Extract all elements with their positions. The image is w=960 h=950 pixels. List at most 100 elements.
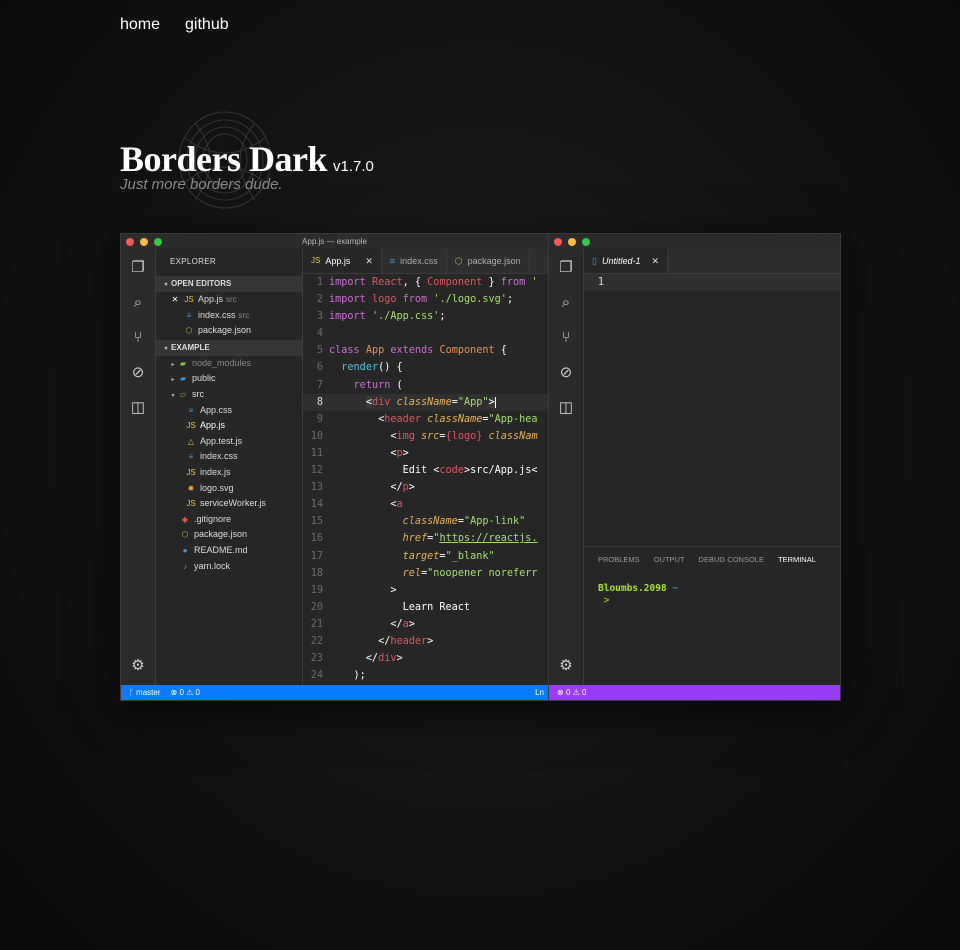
tab-problems[interactable]: PROBLEMS	[598, 547, 640, 573]
page-title: Borders Dark	[120, 139, 327, 179]
file-icon: ▯	[592, 256, 597, 266]
npm-icon: ⬡	[454, 256, 463, 266]
search-icon[interactable]: ⌕	[129, 294, 147, 312]
source-control-icon[interactable]: ⑂	[557, 329, 575, 347]
search-icon[interactable]: ⌕	[557, 294, 575, 312]
tree-file[interactable]: ♪ yarn.lock	[156, 559, 302, 575]
tab-package-json[interactable]: ⬡ package.json	[447, 249, 530, 273]
branch-status[interactable]: ᚴ master	[129, 685, 161, 700]
css-icon: ≡	[186, 310, 192, 320]
minimize-dot[interactable]	[568, 238, 576, 246]
js-icon: JS	[184, 295, 194, 304]
error-icon: ⊗	[170, 688, 178, 697]
activity-bar: ❐ ⌕ ⑂ ⊘ ◫ ⚙	[121, 249, 156, 685]
terminal-prompt: >	[603, 595, 610, 606]
problems-status[interactable]: ⊗ 0 ⚠ 0	[171, 685, 200, 700]
extensions-icon[interactable]: ◫	[129, 399, 147, 417]
npm-icon: ⬡	[181, 530, 189, 540]
tab-app-js[interactable]: JS App.js ✕	[303, 249, 382, 273]
editor-tabs: ▯ Untitled-1 ✕	[584, 249, 840, 274]
vscode-window-right: ❐ ⌕ ⑂ ⊘ ◫ ⚙ ▯ Untitled-1 ✕ 1 PROBLEMS OUTP…	[548, 233, 841, 701]
open-editor-item[interactable]: ⬡ package.json	[156, 323, 302, 339]
warning-icon: ⚠	[572, 688, 580, 697]
folder-icon: ▰	[179, 358, 187, 368]
info-icon: ●	[182, 545, 188, 555]
tree-file[interactable]: JS serviceWorker.js	[156, 496, 302, 512]
tree-file[interactable]: ● README.md	[156, 543, 302, 559]
explorer-sidebar: EXPLORER ▾ OPEN EDITORS ✕ JS App.js src ≡ ind…	[156, 249, 303, 685]
code-lines: 1 import React, { Component } from ' 2 imp…	[303, 274, 548, 685]
js-icon: JS	[186, 421, 196, 431]
nav-home-link[interactable]: home	[120, 16, 160, 34]
tree-file[interactable]: ✸ logo.svg	[156, 481, 302, 497]
close-tab-icon: ✕	[365, 256, 373, 266]
tab-output[interactable]: OUTPUT	[654, 547, 685, 573]
window-title: App.js — example	[302, 237, 367, 246]
tree-file[interactable]: ≡ index.css	[156, 449, 302, 465]
terminal-path: ~	[672, 583, 679, 594]
close-dot[interactable]	[126, 238, 134, 246]
open-editors-section[interactable]: ▾ OPEN EDITORS	[156, 276, 302, 292]
files-icon[interactable]: ❐	[557, 259, 575, 277]
tree-folder[interactable]: ▸ ▰ public	[156, 371, 302, 387]
maximize-dot[interactable]	[582, 238, 590, 246]
open-editor-item[interactable]: ≡ index.css src	[156, 308, 302, 324]
css-icon: ≡	[389, 256, 396, 266]
git-branch-icon: ᚴ	[129, 688, 134, 697]
settings-gear-icon[interactable]: ⚙	[557, 657, 575, 675]
tab-index-css[interactable]: ≡ index.css	[382, 249, 447, 273]
close-tab-icon: ✕	[651, 256, 660, 266]
terminal-user: Bloumbs.2098	[598, 583, 667, 594]
project-section[interactable]: ▾ EXAMPLE	[156, 339, 302, 356]
status-bar: ⊗ 0 ⚠ 0	[549, 685, 840, 700]
editor-tabs: JS App.js ✕ ≡ index.css ⬡ package.json	[303, 249, 548, 274]
panel-tabs: PROBLEMS OUTPUT DEBUG CONSOLE TERMINAL	[584, 547, 840, 573]
debug-icon[interactable]: ⊘	[557, 364, 575, 382]
code-editor[interactable]: JS App.js ✕ ≡ index.css ⬡ package.json 1 impo…	[303, 249, 548, 685]
js-icon: JS	[311, 256, 321, 265]
window-titlebar: App.js — example	[121, 234, 548, 250]
css-icon: ≡	[188, 405, 194, 415]
tab-debug-console[interactable]: DEBUG CONSOLE	[699, 547, 764, 573]
nav-github-link[interactable]: github	[185, 16, 229, 34]
files-icon[interactable]: ❐	[129, 259, 147, 277]
settings-gear-icon[interactable]: ⚙	[129, 657, 147, 675]
yarn-icon: ♪	[183, 561, 187, 571]
open-editor-item[interactable]: ✕ JS App.js src	[156, 292, 302, 308]
terminal[interactable]: Bloumbs.2098 ~ >	[584, 583, 840, 607]
maximize-dot[interactable]	[154, 238, 162, 246]
warning-icon: ⚠	[186, 688, 194, 697]
tree-file[interactable]: △ App.test.js	[156, 434, 302, 450]
extensions-icon[interactable]: ◫	[557, 399, 575, 417]
cursor-position[interactable]: Ln	[535, 685, 548, 700]
tagline: Just more borders dude.	[120, 176, 283, 193]
tab-untitled[interactable]: ▯ Untitled-1 ✕	[584, 249, 669, 273]
debug-icon[interactable]: ⊘	[129, 364, 147, 382]
activity-bar: ❐ ⌕ ⑂ ⊘ ◫ ⚙	[549, 249, 584, 685]
tab-terminal[interactable]: TERMINAL	[778, 547, 816, 573]
source-control-icon[interactable]: ⑂	[129, 329, 147, 347]
css-icon: ≡	[188, 452, 194, 462]
minimize-dot[interactable]	[140, 238, 148, 246]
tree-folder[interactable]: ▾ ▱ src	[156, 387, 302, 403]
top-nav: home github	[120, 16, 229, 34]
tree-file[interactable]: ◆ .gitignore	[156, 512, 302, 528]
folder-open-icon: ▱	[179, 389, 187, 399]
tree-file[interactable]: ≡ App.css	[156, 403, 302, 419]
code-editor[interactable]: ▯ Untitled-1 ✕ 1 PROBLEMS OUTPUT DEBUG CON…	[584, 249, 840, 685]
hero: Borders Dark v1.7.0 Just more borders du…	[120, 138, 374, 193]
tree-file[interactable]: ⬡ package.json	[156, 527, 302, 543]
folder-icon: ▰	[179, 374, 187, 384]
tree-file-active[interactable]: JS App.js	[156, 418, 302, 434]
tree-file[interactable]: JS index.js	[156, 465, 302, 481]
bottom-panel: PROBLEMS OUTPUT DEBUG CONSOLE TERMINAL B…	[584, 546, 840, 685]
explorer-header: EXPLORER	[170, 257, 216, 266]
error-icon: ⊗	[557, 688, 564, 697]
npm-icon: ⬡	[185, 326, 193, 336]
problems-status[interactable]: ⊗ 0 ⚠ 0	[557, 685, 586, 700]
git-icon: ◆	[181, 514, 189, 524]
close-dot[interactable]	[554, 238, 562, 246]
screenshot-preview: App.js — example ❐ ⌕ ⑂ ⊘ ◫ ⚙ EXPLORER ▾ O…	[120, 233, 841, 701]
tree-folder[interactable]: ▸ ▰ node_modules	[156, 356, 302, 372]
test-icon: △	[187, 436, 195, 446]
